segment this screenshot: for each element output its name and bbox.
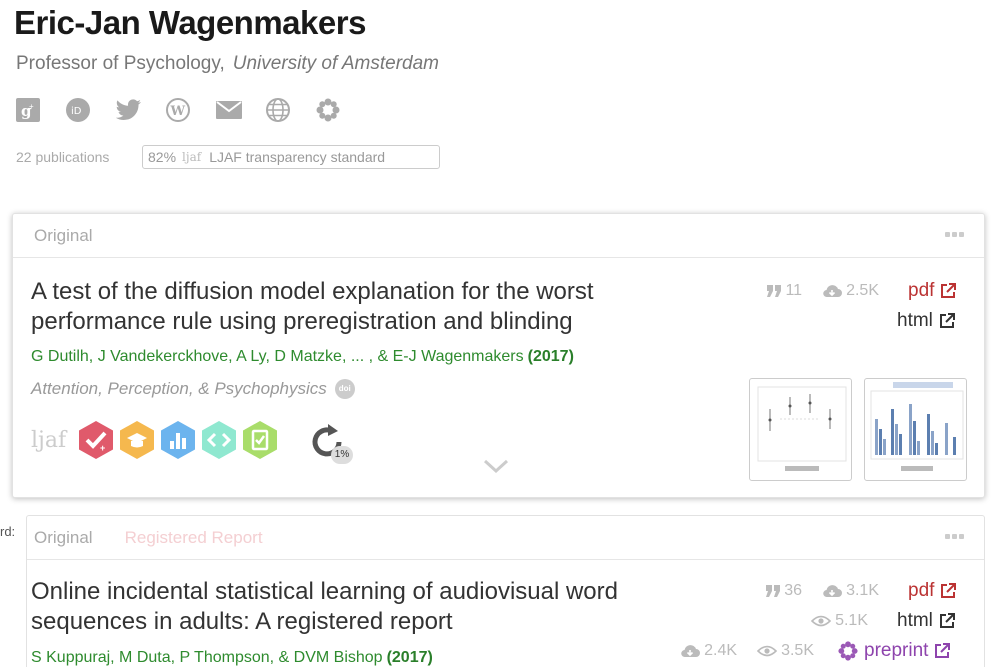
transparency-label: LJAF transparency standard [209, 149, 386, 165]
external-link-icon [941, 583, 957, 598]
eye-icon [757, 645, 778, 657]
journal-name: Attention, Perception, & Psychophysics [31, 379, 327, 398]
open-code-badge-icon[interactable] [199, 420, 239, 460]
external-link-icon [939, 313, 955, 328]
svg-text:iD: iD [71, 106, 82, 117]
transparency-standard[interactable]: 82% ljaf LJAF transparency standard [142, 145, 440, 169]
publication-card[interactable]: Original Registered Report Online incide… [26, 515, 985, 667]
quote-icon [766, 585, 781, 597]
paper-metrics: 11 2.5K [767, 282, 879, 300]
view-count: 5.1K [835, 612, 868, 629]
citation-count: 36 [784, 582, 803, 599]
eye-icon [811, 615, 832, 627]
publication-card[interactable]: Original A test of the diffusion model e… [12, 213, 985, 498]
osf-icon[interactable] [316, 96, 366, 124]
open-materials-badge-icon[interactable] [117, 420, 157, 460]
ljaf-icon: ljaf [182, 150, 202, 164]
svg-text:+: + [100, 443, 105, 453]
orcid-icon[interactable]: iD [66, 96, 116, 124]
figure-thumbnail[interactable] [864, 378, 967, 481]
doi-icon[interactable]: doi [334, 379, 355, 399]
external-link-icon [935, 643, 951, 658]
card-header: Original Registered Report [27, 516, 984, 560]
chevron-down-icon[interactable] [483, 458, 509, 474]
cloud-download-icon [823, 585, 843, 598]
pdf-label: pdf [908, 580, 935, 601]
html-label: html [897, 610, 933, 631]
pdf-label: pdf [908, 280, 935, 301]
paper-metrics: 36 3.1K [766, 582, 879, 600]
quote-icon [767, 285, 782, 297]
html-metrics: 5.1K [811, 612, 868, 630]
html-link[interactable]: html [897, 310, 955, 332]
cloud-download-icon [823, 285, 843, 298]
download-count: 3.1K [846, 582, 879, 599]
html-link[interactable]: html [897, 610, 955, 632]
profile-institution: University of Amsterdam [232, 53, 439, 74]
twitter-icon[interactable] [116, 96, 166, 124]
external-link-icon [939, 613, 955, 628]
paper-title[interactable]: Online incidental statistical learning o… [31, 577, 711, 637]
side-label: rd: [0, 524, 16, 539]
authors-list: G Dutilh, J Vandekerckhove, A Ly, D Matz… [31, 348, 524, 365]
google-scholar-icon[interactable]: g + [16, 96, 66, 124]
website-icon[interactable] [266, 96, 316, 124]
paper-authors: G Dutilh, J Vandekerckhove, A Ly, D Matz… [31, 348, 574, 366]
profile-name: Eric-Jan Wagenmakers [14, 4, 366, 41]
card-tag: Original [34, 225, 93, 245]
email-icon[interactable] [216, 96, 266, 124]
download-count: 2.5K [846, 282, 879, 299]
svg-text:W: W [170, 104, 186, 119]
paper-journal: Attention, Perception, & Psychophysics d… [31, 379, 355, 399]
replication-indicator[interactable]: 1% [309, 424, 353, 468]
reporting-badge-icon[interactable] [240, 420, 280, 460]
transparency-percent: 82% [148, 149, 177, 165]
svg-text:+: + [29, 102, 34, 111]
pdf-link[interactable]: pdf [908, 580, 957, 602]
pdf-link[interactable]: pdf [908, 280, 957, 302]
registered-report-tag: Registered Report [124, 527, 263, 547]
html-label: html [897, 310, 933, 331]
profile-position: Professor of Psychology, [16, 53, 225, 74]
preregistration-badge-icon[interactable]: + [76, 420, 116, 460]
preprint-link[interactable]: preprint [838, 640, 951, 662]
preprint-label: preprint [864, 640, 929, 661]
cloud-download-icon [681, 645, 701, 658]
preprint-view-count: 3.5K [781, 642, 814, 659]
paper-year: (2017) [527, 348, 574, 365]
preprint-download-count: 2.4K [704, 642, 738, 659]
replication-percent: 1% [331, 446, 353, 464]
authors-list: S Kuppuraj, M Duta, P Thompson, & DVM Bi… [31, 649, 383, 666]
more-icon[interactable] [945, 534, 964, 539]
open-data-badge-icon[interactable] [158, 420, 198, 460]
paper-title[interactable]: A test of the diffusion model explanatio… [31, 277, 711, 337]
paper-authors: S Kuppuraj, M Duta, P Thompson, & DVM Bi… [31, 649, 433, 667]
card-header: Original [13, 214, 984, 258]
citation-count: 11 [785, 282, 803, 299]
publication-count: 22 publications [16, 149, 110, 165]
card-tag: Original [34, 527, 93, 547]
badge-row: ljaf + [31, 420, 281, 460]
paper-year: (2017) [386, 649, 433, 666]
wordpress-icon[interactable]: W [166, 96, 216, 124]
figure-thumbnail[interactable] [749, 378, 852, 481]
more-icon[interactable] [945, 232, 964, 237]
osf-icon [838, 641, 858, 661]
ljaf-icon: ljaf [31, 427, 67, 453]
preprint-metrics: 2.4K 3.5K [680, 642, 814, 660]
social-links: g + iD W [16, 96, 366, 124]
profile-affiliation: Professor of Psychology, University of Am… [16, 53, 439, 75]
external-link-icon [941, 283, 957, 298]
